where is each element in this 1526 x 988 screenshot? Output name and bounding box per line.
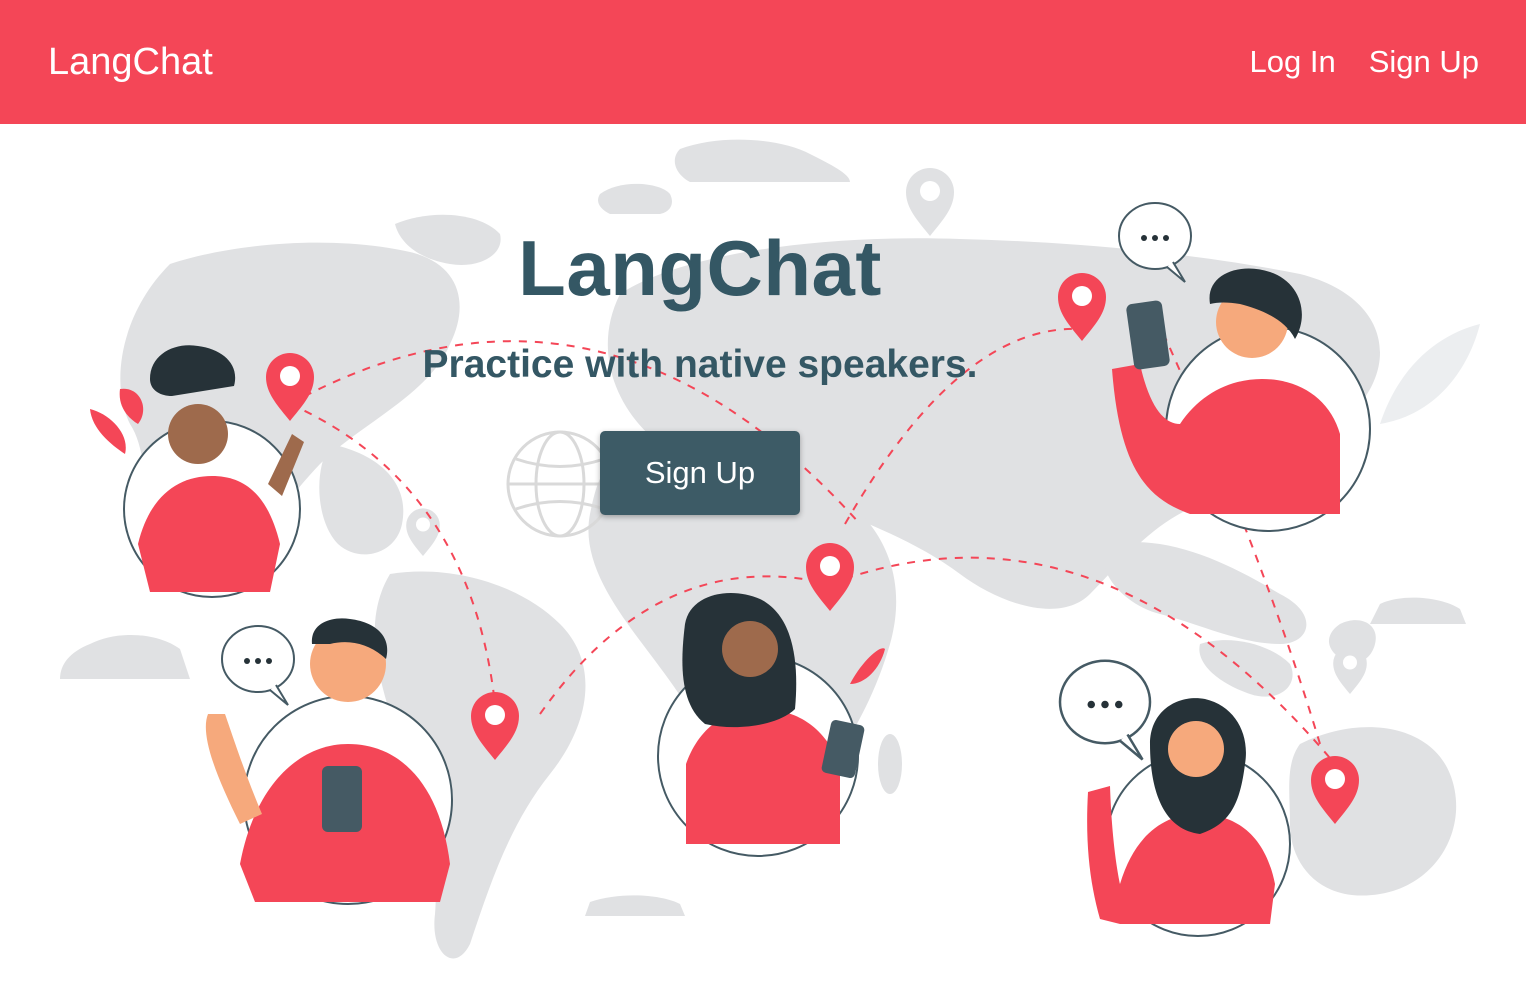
nav-signup-link[interactable]: Sign Up <box>1369 44 1479 80</box>
signup-cta-button[interactable]: Sign Up <box>600 431 800 515</box>
hero-content: LangChat Practice with native speakers. … <box>0 229 1400 515</box>
hero-subtitle: Practice with native speakers. <box>422 343 978 386</box>
hero-section: LangChat Practice with native speakers. … <box>0 124 1526 988</box>
brand-logo[interactable]: LangChat <box>48 41 213 84</box>
navbar: LangChat Log In Sign Up <box>0 0 1526 124</box>
hero-title: LangChat <box>518 224 882 312</box>
nav-login-link[interactable]: Log In <box>1250 44 1336 80</box>
nav-links: Log In Sign Up <box>1250 44 1480 80</box>
